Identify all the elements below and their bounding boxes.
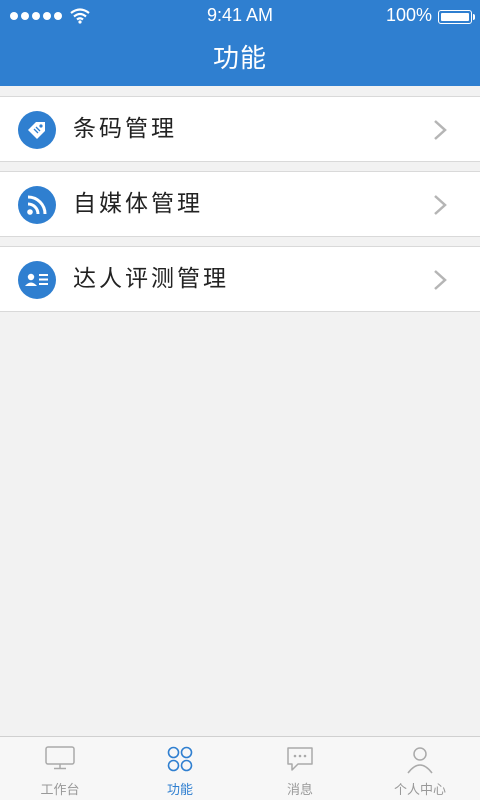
barcode-tag-icon — [18, 111, 56, 149]
monitor-icon — [45, 746, 75, 770]
tab-label: 工作台 — [40, 783, 80, 798]
person-icon — [407, 747, 433, 774]
tab-messages[interactable]: 消息 — [240, 737, 360, 800]
profile-card-icon — [18, 261, 56, 299]
tab-label: 功能 — [166, 783, 193, 798]
menu-item-review[interactable]: 达人评测管理 — [0, 246, 480, 312]
grid-circles-icon — [167, 746, 193, 772]
tab-profile[interactable]: 个人中心 — [360, 737, 480, 800]
status-bar: 9:41 AM 100% — [0, 0, 480, 32]
rss-icon — [18, 186, 56, 224]
menu-item-label: 自媒体管理 — [73, 191, 203, 217]
menu-item-barcode[interactable]: 条码管理 — [0, 96, 480, 162]
menu-item-self-media[interactable]: 自媒体管理 — [0, 171, 480, 237]
battery-icon — [438, 10, 475, 24]
chevron-right-icon — [434, 195, 447, 215]
top-bar: 9:41 AM 100% 功能 — [0, 0, 480, 86]
tab-label: 消息 — [286, 783, 313, 798]
chat-bubble-icon — [287, 747, 313, 771]
tab-label: 个人中心 — [393, 783, 446, 798]
chevron-right-icon — [434, 270, 447, 290]
menu-item-label: 条码管理 — [73, 116, 177, 142]
tab-workbench[interactable]: 工作台 — [0, 737, 120, 800]
battery-percent: 100% — [385, 5, 432, 25]
tab-functions[interactable]: 功能 — [120, 737, 240, 800]
chevron-right-icon — [434, 120, 447, 140]
page-title: 功能 — [212, 44, 267, 74]
bottom-tab-bar: 工作台 功能 消息 个人中心 — [0, 736, 480, 800]
menu-item-label: 达人评测管理 — [73, 266, 229, 292]
